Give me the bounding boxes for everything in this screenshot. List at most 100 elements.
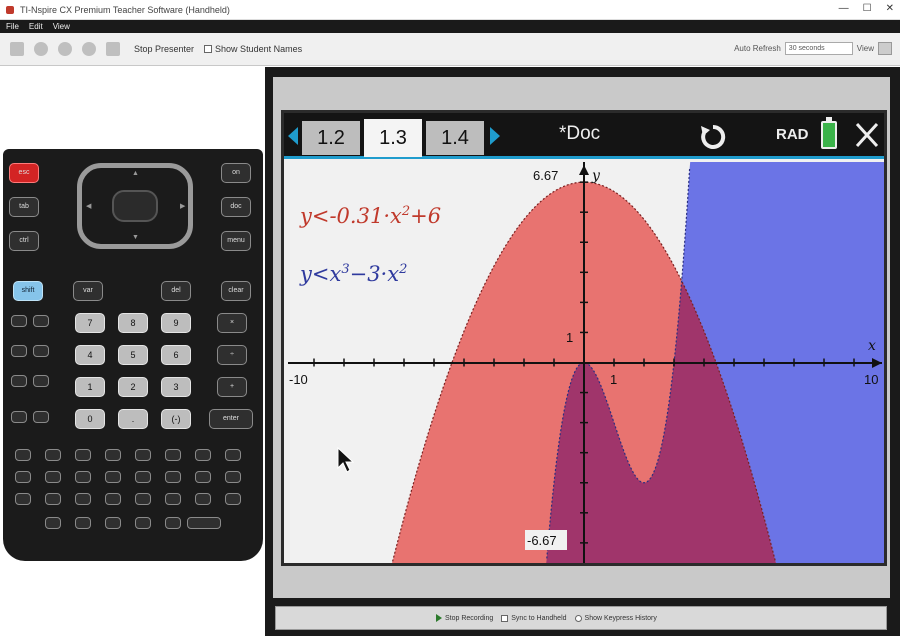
toolbar-capture-icon[interactable] xyxy=(82,42,96,56)
digit-2-key[interactable]: 2 xyxy=(118,377,148,397)
letter-key[interactable] xyxy=(45,517,61,529)
fn-key[interactable] xyxy=(11,411,27,423)
view-button[interactable] xyxy=(878,42,892,55)
fn-key[interactable] xyxy=(33,375,49,387)
radio-icon xyxy=(574,614,582,622)
letter-key[interactable] xyxy=(45,471,61,483)
letter-key[interactable] xyxy=(75,449,91,461)
close-window-button[interactable]: ✕ xyxy=(886,3,894,14)
stop-presenter-button[interactable]: Stop Presenter xyxy=(134,44,194,54)
letter-key[interactable] xyxy=(165,449,181,461)
digit-9-key[interactable]: 9 xyxy=(161,313,191,333)
digit-1-key[interactable]: 1 xyxy=(75,377,105,397)
toolbar-light-icon[interactable] xyxy=(34,42,48,56)
next-page-arrow-icon[interactable] xyxy=(490,127,500,145)
divide-key[interactable]: ÷ xyxy=(217,345,247,365)
auto-refresh-select[interactable]: 30 seconds xyxy=(784,42,853,55)
letter-key[interactable] xyxy=(165,471,181,483)
toolbar-home-icon[interactable] xyxy=(10,42,24,56)
letter-key[interactable] xyxy=(165,493,181,505)
show-student-names-label: Show Student Names xyxy=(215,44,303,54)
letter-key[interactable] xyxy=(75,493,91,505)
letter-key[interactable] xyxy=(135,449,151,461)
letter-key[interactable] xyxy=(105,471,121,483)
digit-5-key[interactable]: 5 xyxy=(118,345,148,365)
minimize-button[interactable]: — xyxy=(839,3,849,14)
letter-key[interactable] xyxy=(135,471,151,483)
var-key[interactable]: var xyxy=(73,281,103,301)
letter-key[interactable] xyxy=(135,517,151,529)
on-key[interactable]: on xyxy=(221,163,251,183)
letter-key[interactable] xyxy=(105,517,121,529)
ctrl-key[interactable]: ctrl xyxy=(9,231,39,251)
show-student-names-checkbox[interactable] xyxy=(204,45,213,53)
menu-edit[interactable]: Edit xyxy=(29,22,43,31)
letter-key[interactable] xyxy=(15,449,31,461)
fn-key[interactable] xyxy=(11,345,27,357)
fn-key[interactable] xyxy=(33,345,49,357)
digit-7-key[interactable]: 7 xyxy=(75,313,105,333)
letter-key[interactable] xyxy=(225,449,241,461)
view-label: View xyxy=(856,44,874,53)
fn-key[interactable] xyxy=(11,315,27,327)
digit-3-key[interactable]: 3 xyxy=(161,377,191,397)
doc-key[interactable]: doc xyxy=(221,197,251,217)
fn-key[interactable] xyxy=(33,315,49,327)
letter-key[interactable] xyxy=(15,493,31,505)
equation-1[interactable]: y<-0.31·x2+6 xyxy=(300,204,441,228)
letter-key[interactable] xyxy=(75,471,91,483)
menu-key[interactable]: menu xyxy=(221,231,251,251)
shift-key[interactable]: shift xyxy=(13,281,43,301)
letter-key[interactable] xyxy=(15,471,31,483)
letter-key[interactable] xyxy=(195,449,211,461)
tab-key[interactable]: tab xyxy=(9,197,39,217)
tab-1-3[interactable]: 1.3 xyxy=(364,119,422,157)
toolbar-refresh-icon[interactable] xyxy=(106,42,120,56)
prev-page-arrow-icon[interactable] xyxy=(288,127,298,145)
sync-handheld-checkbox[interactable]: Sync to Handheld xyxy=(501,614,567,622)
show-keypress-checkbox[interactable]: Show Keypress History xyxy=(574,614,657,622)
toolbar-zoom-icon[interactable] xyxy=(58,42,72,56)
decimal-key[interactable]: . xyxy=(118,409,148,429)
fn-key[interactable] xyxy=(11,375,27,387)
digit-8-key[interactable]: 8 xyxy=(118,313,148,333)
tab-1-2[interactable]: 1.2 xyxy=(302,121,360,155)
negative-key[interactable]: (-) xyxy=(161,409,191,429)
letter-key[interactable] xyxy=(225,493,241,505)
x-tick-label: 1 xyxy=(610,372,617,387)
del-key[interactable]: del xyxy=(161,281,191,301)
clear-key[interactable]: clear xyxy=(221,281,251,301)
letter-key[interactable] xyxy=(45,449,61,461)
letter-key[interactable] xyxy=(195,471,211,483)
y-min-label: -6.67 xyxy=(527,533,557,548)
letter-key[interactable] xyxy=(75,517,91,529)
letter-key[interactable] xyxy=(105,493,121,505)
equation-2[interactable]: y<x3−3·x2 xyxy=(300,262,407,286)
letter-key[interactable] xyxy=(135,493,151,505)
plus-key[interactable]: + xyxy=(217,377,247,397)
times-key[interactable]: × xyxy=(217,313,247,333)
menu-file[interactable]: File xyxy=(6,22,19,31)
close-icon[interactable] xyxy=(854,121,880,149)
digit-0-key[interactable]: 0 xyxy=(75,409,105,429)
letter-key[interactable] xyxy=(225,471,241,483)
menu-view[interactable]: View xyxy=(53,22,70,31)
letter-key[interactable] xyxy=(45,493,61,505)
refresh-icon[interactable] xyxy=(698,122,728,152)
letter-key[interactable] xyxy=(105,449,121,461)
digit-6-key[interactable]: 6 xyxy=(161,345,191,365)
digit-4-key[interactable]: 4 xyxy=(75,345,105,365)
stop-recording-button[interactable]: Stop Recording xyxy=(436,614,493,622)
fn-key[interactable] xyxy=(33,411,49,423)
enter-key[interactable]: enter xyxy=(209,409,253,429)
graph-area[interactable]: -10 10 6.67 y x 1 1 -6.67 y<-0.31·x2+6 y… xyxy=(284,162,884,563)
tab-1-4[interactable]: 1.4 xyxy=(426,121,484,155)
touchpad-center[interactable] xyxy=(112,190,158,222)
space-key[interactable] xyxy=(187,517,221,529)
esc-key[interactable]: esc xyxy=(9,163,39,183)
touchpad[interactable]: ▲ ▼ ◀ ▶ xyxy=(77,163,193,249)
letter-key[interactable] xyxy=(195,493,211,505)
maximize-button[interactable]: ☐ xyxy=(863,3,872,14)
letter-key[interactable] xyxy=(165,517,181,529)
y-axis-label: y xyxy=(591,168,601,184)
